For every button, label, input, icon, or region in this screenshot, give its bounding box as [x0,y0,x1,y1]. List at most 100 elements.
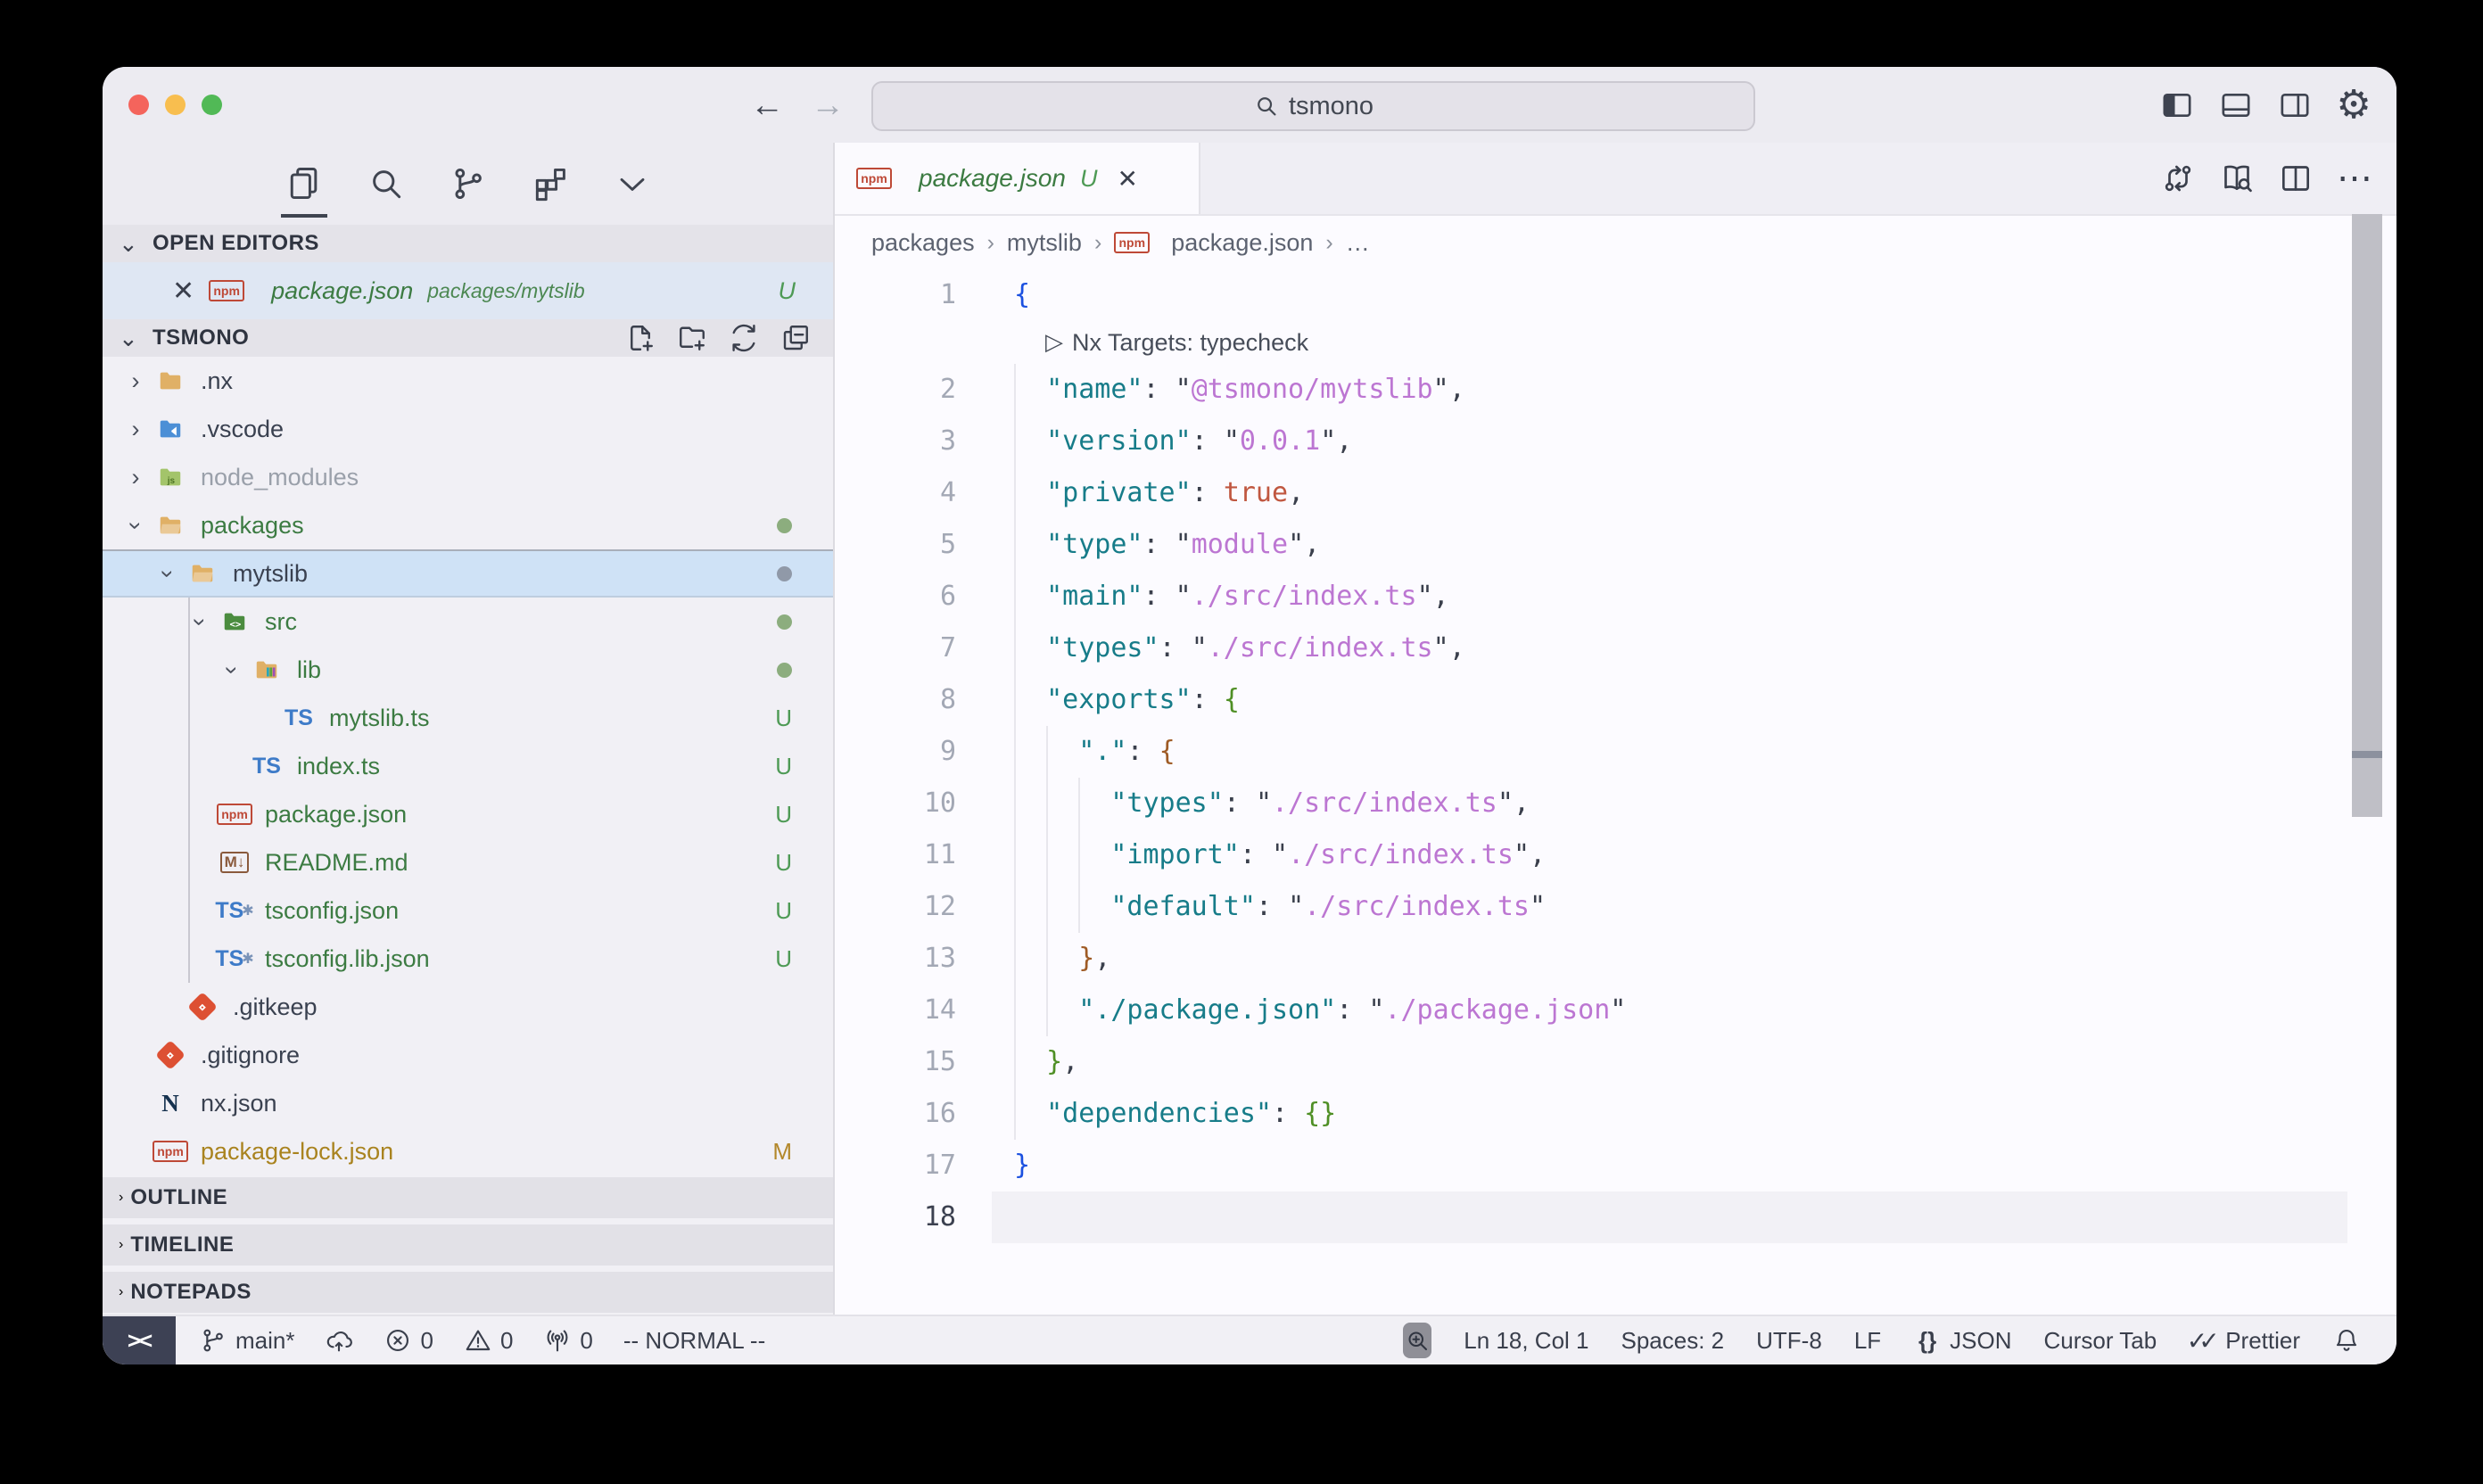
code-line: 5 "type": "module", [835,519,2396,571]
tab-package-json[interactable]: npm package.json U ✕ [835,143,1200,214]
open-editors-header[interactable]: ⌄ OPEN EDITORS [103,225,833,262]
minimize-window-button[interactable] [165,95,186,115]
chevron-down-icon: › [122,508,150,542]
tree-item-package-json[interactable]: npmpackage.jsonU [103,790,833,838]
tree-item-package-lock-json[interactable]: npmpackage-lock.jsonM [103,1127,833,1175]
braces-icon: {} [1913,1326,1942,1355]
tree-item-mytslib[interactable]: ›mytslib [103,549,833,598]
explorer-section-header[interactable]: ⌄ TSMONO [103,319,833,357]
tree-item-tsconfig-lib-json[interactable]: TS✱tsconfig.lib.jsonU [103,935,833,983]
git-icon: ⋄ [153,1040,188,1070]
sidebar-section-timeline[interactable]: › TIMELINE [103,1224,833,1266]
layout-sidebar-left-icon[interactable] [2159,87,2195,123]
compare-changes-icon[interactable] [2160,161,2196,196]
tree-item--vscode[interactable]: ›.vscode [103,405,833,453]
codelens[interactable]: ▷ Nx Targets: typecheck [835,321,2396,364]
tree-item-nx-json[interactable]: Nnx.json [103,1079,833,1127]
status-git-branch[interactable]: main* [199,1326,294,1355]
code-line: 18 [835,1191,2396,1243]
open-editor-item[interactable]: ✕ npm package.json packages/mytslib U [103,262,833,319]
collapse-all-icon[interactable] [780,322,812,354]
activity-explorer-icon[interactable] [285,164,324,203]
tree-item-label: packages [201,512,304,540]
activity-extensions-icon[interactable] [531,164,570,203]
status-notifications[interactable] [2332,1326,2361,1355]
line-number: 3 [835,416,992,467]
status-cursor-tab[interactable]: Cursor Tab [2044,1327,2157,1355]
maximize-window-button[interactable] [202,95,222,115]
indent-guide [1014,416,1016,467]
tree-item-tsconfig-json[interactable]: TS✱tsconfig.jsonU [103,886,833,935]
run-icon[interactable]: ▷ [1045,329,1063,356]
status-formatter[interactable]: ✓✓Prettier [2189,1326,2300,1355]
tree-item--nx[interactable]: ›.nx [103,357,833,405]
back-icon[interactable]: ← [750,88,784,122]
line-number: 17 [835,1140,992,1191]
new-folder-icon[interactable] [676,322,708,354]
layout-panel-bottom-icon[interactable] [2218,87,2254,123]
tree-item-mytslib-ts[interactable]: TSmytslib.tsU [103,694,833,742]
refresh-icon[interactable] [728,322,760,354]
chevron-right-icon: › [119,416,153,443]
status-language-mode[interactable]: {}JSON [1913,1326,2011,1355]
tree-item--gitignore[interactable]: ⋄.gitignore [103,1031,833,1079]
code-line: 12 "default": "./src/index.ts" [835,881,2396,933]
explorer-actions [624,322,812,354]
folder-open-icon [153,510,188,540]
indent-guide [1014,467,1016,519]
breadcrumb-item[interactable]: mytslib [1007,229,1082,257]
code-editor[interactable]: 1 { ▷ Nx Targets: typecheck 2 "name": "@… [835,269,2396,1315]
nx-icon: N [153,1088,188,1118]
close-icon[interactable]: ✕ [1118,164,1138,194]
layout-sidebar-right-icon[interactable] [2277,87,2313,123]
codelens-label[interactable]: Nx Targets: typecheck [1072,329,1308,357]
status-sync-changes[interactable] [325,1326,353,1355]
sidebar-section-notepads[interactable]: › NOTEPADS [103,1272,833,1313]
git-status-badge: U [775,801,792,829]
close-editor-icon[interactable]: ✕ [172,276,194,307]
activity-search-icon[interactable] [367,164,406,203]
status-eol[interactable]: LF [1854,1327,1881,1355]
tree-item-lib[interactable]: ›lib [103,646,833,694]
status-warnings[interactable]: 0 [464,1326,513,1355]
indent-guide [1014,674,1016,726]
tree-item-src[interactable]: ›<>src [103,598,833,646]
window-controls [128,67,222,143]
code-line: 3 "version": "0.0.1", [835,416,2396,467]
breadcrumb-item[interactable]: npmpackage.json [1114,227,1313,258]
command-center-search[interactable]: tsmono [871,81,1755,131]
encoding-label: UTF-8 [1756,1327,1822,1355]
line-number: 13 [835,933,992,985]
tree-item-packages[interactable]: › packages [103,501,833,549]
forward-icon[interactable]: → [811,88,845,122]
breadcrumb-item[interactable]: packages [871,229,975,257]
search-editor-icon[interactable] [2219,161,2255,196]
status-encoding[interactable]: UTF-8 [1756,1327,1822,1355]
tree-item-index-ts[interactable]: TSindex.tsU [103,742,833,790]
editor-scrollbar[interactable] [2352,214,2382,817]
activity-source-control-icon[interactable] [449,164,488,203]
settings-gear-icon[interactable]: ⚙ [2336,87,2372,123]
status-vim-mode[interactable]: -- NORMAL -- [623,1327,765,1355]
git-status-badge: U [775,849,792,877]
tree-item-node-modules[interactable]: ›jsnode_modules [103,453,833,501]
git-status-dot [777,512,792,540]
code-line: 1 { [835,269,2396,321]
status-errors[interactable]: 0 [384,1326,433,1355]
status-ports[interactable]: 0 [543,1326,592,1355]
breadcrumb-item[interactable]: … [1346,229,1370,257]
tree-item--gitkeep[interactable]: ⋄.gitkeep [103,983,833,1031]
sidebar-section-outline[interactable]: › OUTLINE [103,1177,833,1218]
status-screencast-zoom[interactable] [1403,1326,1431,1355]
split-editor-icon[interactable] [2278,161,2314,196]
remote-indicator[interactable]: >< [103,1316,176,1364]
activity-chevron-down-icon[interactable] [613,164,652,203]
close-window-button[interactable] [128,95,149,115]
more-actions-icon[interactable]: ⋯ [2337,161,2372,196]
status-cursor-position[interactable]: Ln 18, Col 1 [1464,1327,1588,1355]
tree-item-readme-md[interactable]: M↓README.mdU [103,838,833,886]
indent-guide [1046,933,1048,985]
new-file-icon[interactable] [624,322,656,354]
status-indentation[interactable]: Spaces: 2 [1621,1327,1725,1355]
indent-guide [1078,881,1080,933]
